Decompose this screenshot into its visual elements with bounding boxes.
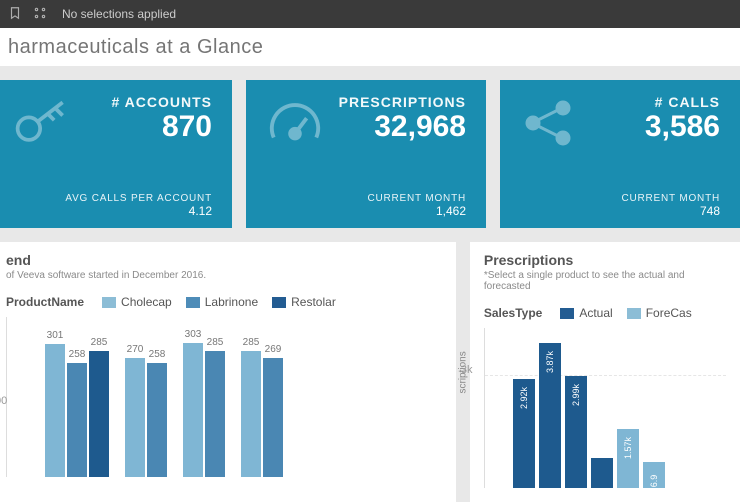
bar-value-label: 2.92k <box>519 386 529 408</box>
kpi-sub-label: CURRENT MONTH <box>520 193 720 204</box>
bar-group[interactable]: 285269 <box>241 351 283 477</box>
kpi-value: 870 <box>84 110 212 143</box>
kpi-sub-value: 748 <box>520 204 720 218</box>
bar-group[interactable]: 303285 <box>183 343 225 477</box>
prescriptions-panel[interactable]: Prescriptions *Select a single product t… <box>470 242 740 502</box>
bar-value-label: 269 <box>265 344 282 355</box>
kpi-label: # CALLS <box>590 94 720 110</box>
bar-value-label: 270 <box>127 344 144 355</box>
bar[interactable]: 303 <box>183 343 203 477</box>
kpi-label: # ACCOUNTS <box>84 94 212 110</box>
chart-panels: end of Veeva software started in Decembe… <box>0 242 740 502</box>
kpi-card-accounts[interactable]: # ACCOUNTS 870 AVG CALLS PER ACCOUNT 4.1… <box>0 80 232 228</box>
selections-status: No selections applied <box>62 7 176 21</box>
bar-group[interactable]: 270258 <box>125 358 167 477</box>
gauge-icon <box>266 94 324 152</box>
bar[interactable]: 285 <box>89 351 109 477</box>
bar[interactable]: 2.92k <box>513 379 535 489</box>
panel-subtitle: of Veeva software started in December 20… <box>6 270 442 281</box>
bar-value-label: 301 <box>47 330 64 341</box>
bookmark-icon[interactable] <box>8 6 22 23</box>
panel-subtitle: *Select a single product to see the actu… <box>484 270 726 292</box>
y-tick: 00 <box>0 395 7 407</box>
kpi-sub-label: AVG CALLS PER ACCOUNT <box>12 193 212 204</box>
kpi-sub-value: 1,462 <box>266 204 466 218</box>
chart-legend: SalesType Actual ForeCas <box>484 306 726 320</box>
bar[interactable]: 270 <box>125 358 145 477</box>
chart-legend: ProductName Cholecap Labrinone Restolar <box>6 295 442 309</box>
legend-item[interactable]: Cholecap <box>102 295 172 309</box>
kpi-card-prescriptions[interactable]: PRESCRIPTIONS 32,968 CURRENT MONTH 1,462 <box>246 80 486 228</box>
kpi-sub-value: 4.12 <box>12 204 212 218</box>
bar[interactable]: 285 <box>205 351 225 477</box>
bar-value-label: 303 <box>185 329 202 340</box>
legend-label: ProductName <box>6 295 84 309</box>
legend-label: SalesType <box>484 306 542 320</box>
legend-item[interactable]: Restolar <box>272 295 336 309</box>
kpi-sub-label: CURRENT MONTH <box>266 193 466 204</box>
bar-value-label: 285 <box>243 337 260 348</box>
bar[interactable]: 3.87k <box>539 343 561 488</box>
bar-value-label: 258 <box>149 349 166 360</box>
y-tick: 3k <box>461 364 473 376</box>
legend-item[interactable]: ForeCas <box>627 306 692 320</box>
key-icon <box>12 94 72 152</box>
legend-item[interactable]: Labrinone <box>186 295 258 309</box>
bar-value-label: 2.99k <box>571 384 581 406</box>
bar-value-label: 258 <box>69 349 86 360</box>
bar-value-label: 1.57k <box>623 437 633 459</box>
bar[interactable] <box>591 458 613 488</box>
bar-value-label: 6.9 <box>649 475 659 488</box>
kpi-label: PRESCRIPTIONS <box>336 94 466 110</box>
bar-group[interactable]: 301258285 <box>45 344 109 477</box>
kpi-card-calls[interactable]: # CALLS 3,586 CURRENT MONTH 748 <box>500 80 740 228</box>
page-title-bar: harmaceuticals at a Glance <box>0 28 740 66</box>
bar[interactable]: 2.99k <box>565 376 587 488</box>
legend-item[interactable]: Actual <box>560 306 612 320</box>
kpi-value: 32,968 <box>336 110 466 143</box>
share-icon <box>520 94 578 152</box>
toolbar-icons <box>8 6 48 23</box>
bar-value-label: 3.87k <box>545 351 555 373</box>
kpi-cards: # ACCOUNTS 870 AVG CALLS PER ACCOUNT 4.1… <box>0 66 740 242</box>
page-title: harmaceuticals at a Glance <box>8 36 263 59</box>
top-bar: No selections applied <box>0 0 740 28</box>
prescriptions-chart[interactable]: scriptions 3k2.92k3.87k2.99k1.57k6.9 <box>484 328 726 488</box>
trend-chart[interactable]: 00 301258285270258303285285269 <box>6 317 442 477</box>
trend-panel[interactable]: end of Veeva software started in Decembe… <box>0 242 456 502</box>
bar[interactable]: 301 <box>45 344 65 477</box>
bar[interactable]: 269 <box>263 358 283 477</box>
bar-value-label: 285 <box>207 337 224 348</box>
panel-title: end <box>6 252 442 268</box>
panel-title: Prescriptions <box>484 252 726 268</box>
kpi-value: 3,586 <box>590 110 720 143</box>
bar[interactable]: 285 <box>241 351 261 477</box>
bar[interactable]: 1.57k <box>617 429 639 488</box>
bar[interactable]: 6.9 <box>643 462 665 488</box>
selections-icon[interactable] <box>32 6 48 23</box>
bar-value-label: 285 <box>91 337 108 348</box>
bar[interactable]: 258 <box>147 363 167 477</box>
bar[interactable]: 258 <box>67 363 87 477</box>
